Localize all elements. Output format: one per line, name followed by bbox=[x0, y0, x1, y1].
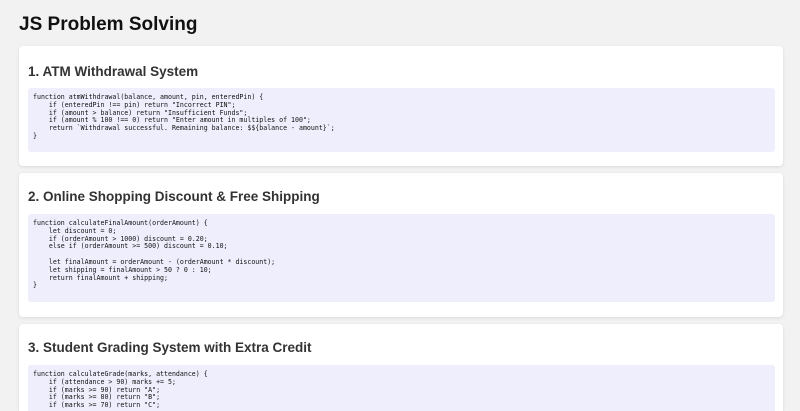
code-line: return finalAmount + shipping; bbox=[33, 273, 168, 282]
page-title: JS Problem Solving bbox=[19, 14, 198, 35]
problem-card-grading: 3. Student Grading System with Extra Cre… bbox=[19, 324, 783, 411]
card-title: 3. Student Grading System with Extra Cre… bbox=[28, 340, 312, 355]
code-block: function atmWithdrawal(balance, amount, … bbox=[28, 88, 775, 152]
code-line: function calculateFinalAmount(orderAmoun… bbox=[33, 219, 208, 227]
code-line: if (marks >= 70) return "C"; bbox=[33, 401, 161, 410]
problem-card-shopping: 2. Online Shopping Discount & Free Shipp… bbox=[19, 173, 783, 317]
code-line: } bbox=[33, 281, 37, 290]
card-title: 2. Online Shopping Discount & Free Shipp… bbox=[28, 189, 320, 204]
problem-card-atm: 1. ATM Withdrawal System function atmWit… bbox=[19, 46, 783, 166]
code-line: } bbox=[33, 131, 37, 140]
card-title: 1. ATM Withdrawal System bbox=[28, 64, 199, 79]
code-line: return `Withdrawal successful. Remaining… bbox=[33, 124, 335, 133]
code-block: function calculateGrade(marks, attendanc… bbox=[28, 365, 775, 411]
code-line: else if (orderAmount >= 500) discount = … bbox=[33, 242, 228, 251]
code-block: function calculateFinalAmount(orderAmoun… bbox=[28, 214, 775, 302]
